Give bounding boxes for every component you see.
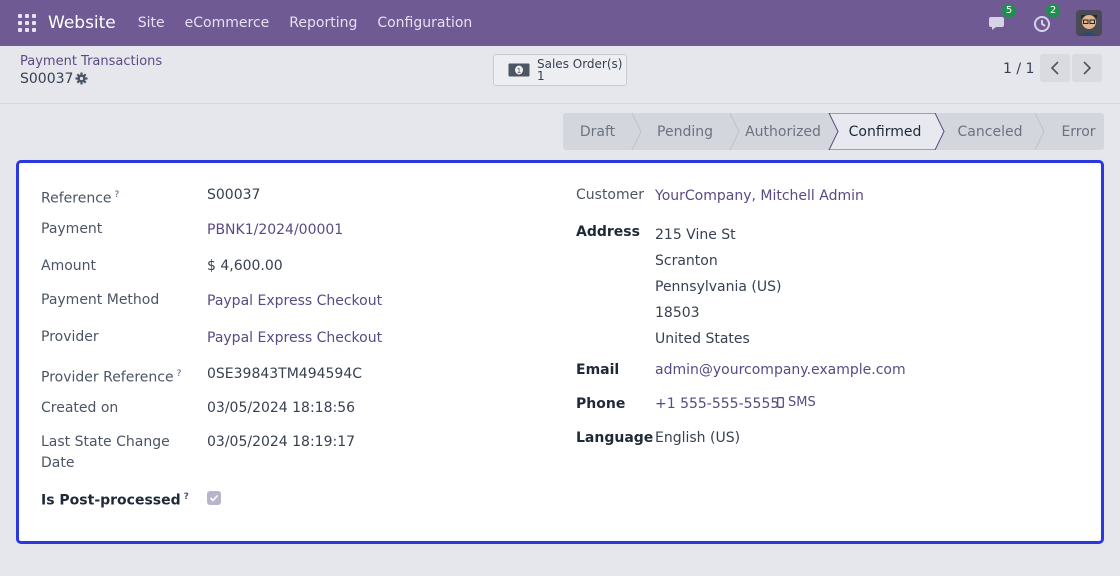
created-on-label: Created on — [41, 400, 119, 416]
address-state: Pennsylvania (US) — [655, 279, 782, 295]
smart-button-count: 1 — [537, 69, 545, 83]
provider-reference-label: Provider Reference? — [41, 364, 181, 389]
pager-previous-button[interactable] — [1040, 54, 1070, 82]
activities-clock-icon[interactable]: 2 — [1032, 4, 1060, 33]
systray: 5 2 — [988, 0, 1102, 46]
reference-label-text: Reference — [41, 190, 112, 207]
pager-next-button[interactable] — [1072, 54, 1102, 82]
payment-label: Payment — [41, 221, 103, 237]
status-authorized[interactable]: Authorized — [731, 113, 823, 150]
svg-text:1: 1 — [517, 67, 521, 75]
main-menu: Site eCommerce Reporting Configuration — [138, 15, 493, 31]
created-on-value[interactable]: 03/05/2024 18:18:56 — [207, 398, 355, 419]
help-tooltip-icon[interactable]: ? — [177, 369, 182, 379]
payment-link[interactable]: PBNK1/2024/00001 — [207, 220, 343, 241]
is-post-processed-label: Is Post-processed? — [41, 487, 189, 512]
reference-label: Reference? — [41, 185, 119, 210]
language-label: Language — [576, 430, 654, 446]
address-country: United States — [655, 331, 750, 347]
is-post-processed-label-text: Is Post-processed — [41, 492, 181, 509]
phone-link[interactable]: +1 555-555-5555 — [655, 394, 779, 415]
apps-menu-icon[interactable] — [18, 14, 36, 32]
sms-button[interactable]: SMS — [777, 395, 816, 410]
status-pending[interactable]: Pending — [635, 113, 735, 150]
chevron-left-icon — [1050, 61, 1059, 75]
amount-label: Amount — [41, 258, 97, 274]
messages-count-badge: 5 — [1002, 4, 1016, 18]
email-link[interactable]: admin@yourcompany.example.com — [655, 360, 906, 381]
status-canceled[interactable]: Canceled — [944, 113, 1036, 150]
activities-count-badge: 2 — [1046, 4, 1060, 18]
status-draft[interactable]: Draft — [563, 113, 632, 150]
form-sheet: Reference? S00037 Payment PBNK1/2024/000… — [16, 160, 1104, 544]
menu-item-ecommerce[interactable]: eCommerce — [185, 15, 270, 31]
menu-item-configuration[interactable]: Configuration — [377, 15, 472, 31]
phone-label: Phone — [576, 396, 626, 412]
payment-method-label: Payment Method — [41, 292, 160, 308]
last-state-change-label-line1: Last State Change — [41, 434, 170, 450]
app-brand[interactable]: Website — [48, 13, 116, 33]
smart-button-label: Sales Order(s) — [537, 57, 623, 71]
top-navbar: Website Site eCommerce Reporting Configu… — [0, 0, 1120, 46]
address-label: Address — [576, 224, 640, 240]
breadcrumb-payment-transactions[interactable]: Payment Transactions — [20, 54, 162, 69]
email-label: Email — [576, 362, 620, 378]
amount-value[interactable]: $ 4,600.00 — [207, 256, 283, 277]
sms-label: SMS — [788, 395, 816, 410]
control-panel: Payment Transactions S00037 1 Sales Orde… — [0, 46, 1120, 104]
provider-reference-label-text: Provider Reference — [41, 369, 174, 386]
status-confirmed[interactable]: Confirmed — [838, 113, 932, 150]
money-icon: 1 — [508, 63, 530, 77]
last-state-change-label: Last State Change Date — [41, 432, 170, 474]
check-icon — [209, 494, 219, 502]
provider-reference-value[interactable]: 0SE39843TM494594C — [207, 364, 362, 385]
status-error[interactable]: Error — [1041, 113, 1104, 150]
messages-icon[interactable]: 5 — [988, 4, 1016, 33]
customer-link[interactable]: YourCompany, Mitchell Admin — [655, 186, 864, 207]
mobile-phone-icon — [777, 397, 784, 408]
is-post-processed-checkbox[interactable] — [207, 491, 221, 505]
help-tooltip-icon[interactable]: ? — [184, 492, 189, 502]
payment-method-link[interactable]: Paypal Express Checkout — [207, 291, 382, 312]
address-city: Scranton — [655, 253, 718, 269]
provider-label: Provider — [41, 329, 99, 345]
provider-link[interactable]: Paypal Express Checkout — [207, 328, 382, 349]
status-bar: Draft Pending Authorized Confirmed Cance… — [563, 113, 1104, 150]
gear-icon[interactable] — [75, 72, 88, 85]
last-state-change-value[interactable]: 03/05/2024 18:19:17 — [207, 432, 355, 453]
address-zip: 18503 — [655, 305, 700, 321]
pager-value[interactable]: 1 / 1 — [1003, 61, 1034, 77]
sales-orders-smart-button[interactable]: 1 Sales Order(s) 1 — [493, 54, 627, 86]
last-state-change-label-line2: Date — [41, 455, 75, 471]
breadcrumb-current-record: S00037 — [20, 71, 74, 87]
customer-label: Customer — [576, 187, 645, 203]
menu-item-site[interactable]: Site — [138, 15, 165, 31]
menu-item-reporting[interactable]: Reporting — [289, 15, 357, 31]
chevron-right-icon — [1083, 61, 1092, 75]
address-block[interactable]: 215 Vine St Scranton Pennsylvania (US) 1… — [655, 222, 782, 352]
help-tooltip-icon[interactable]: ? — [115, 190, 120, 200]
language-value[interactable]: English (US) — [655, 428, 740, 449]
user-avatar[interactable] — [1076, 10, 1102, 36]
reference-value[interactable]: S00037 — [207, 185, 260, 206]
address-street: 215 Vine St — [655, 227, 736, 243]
